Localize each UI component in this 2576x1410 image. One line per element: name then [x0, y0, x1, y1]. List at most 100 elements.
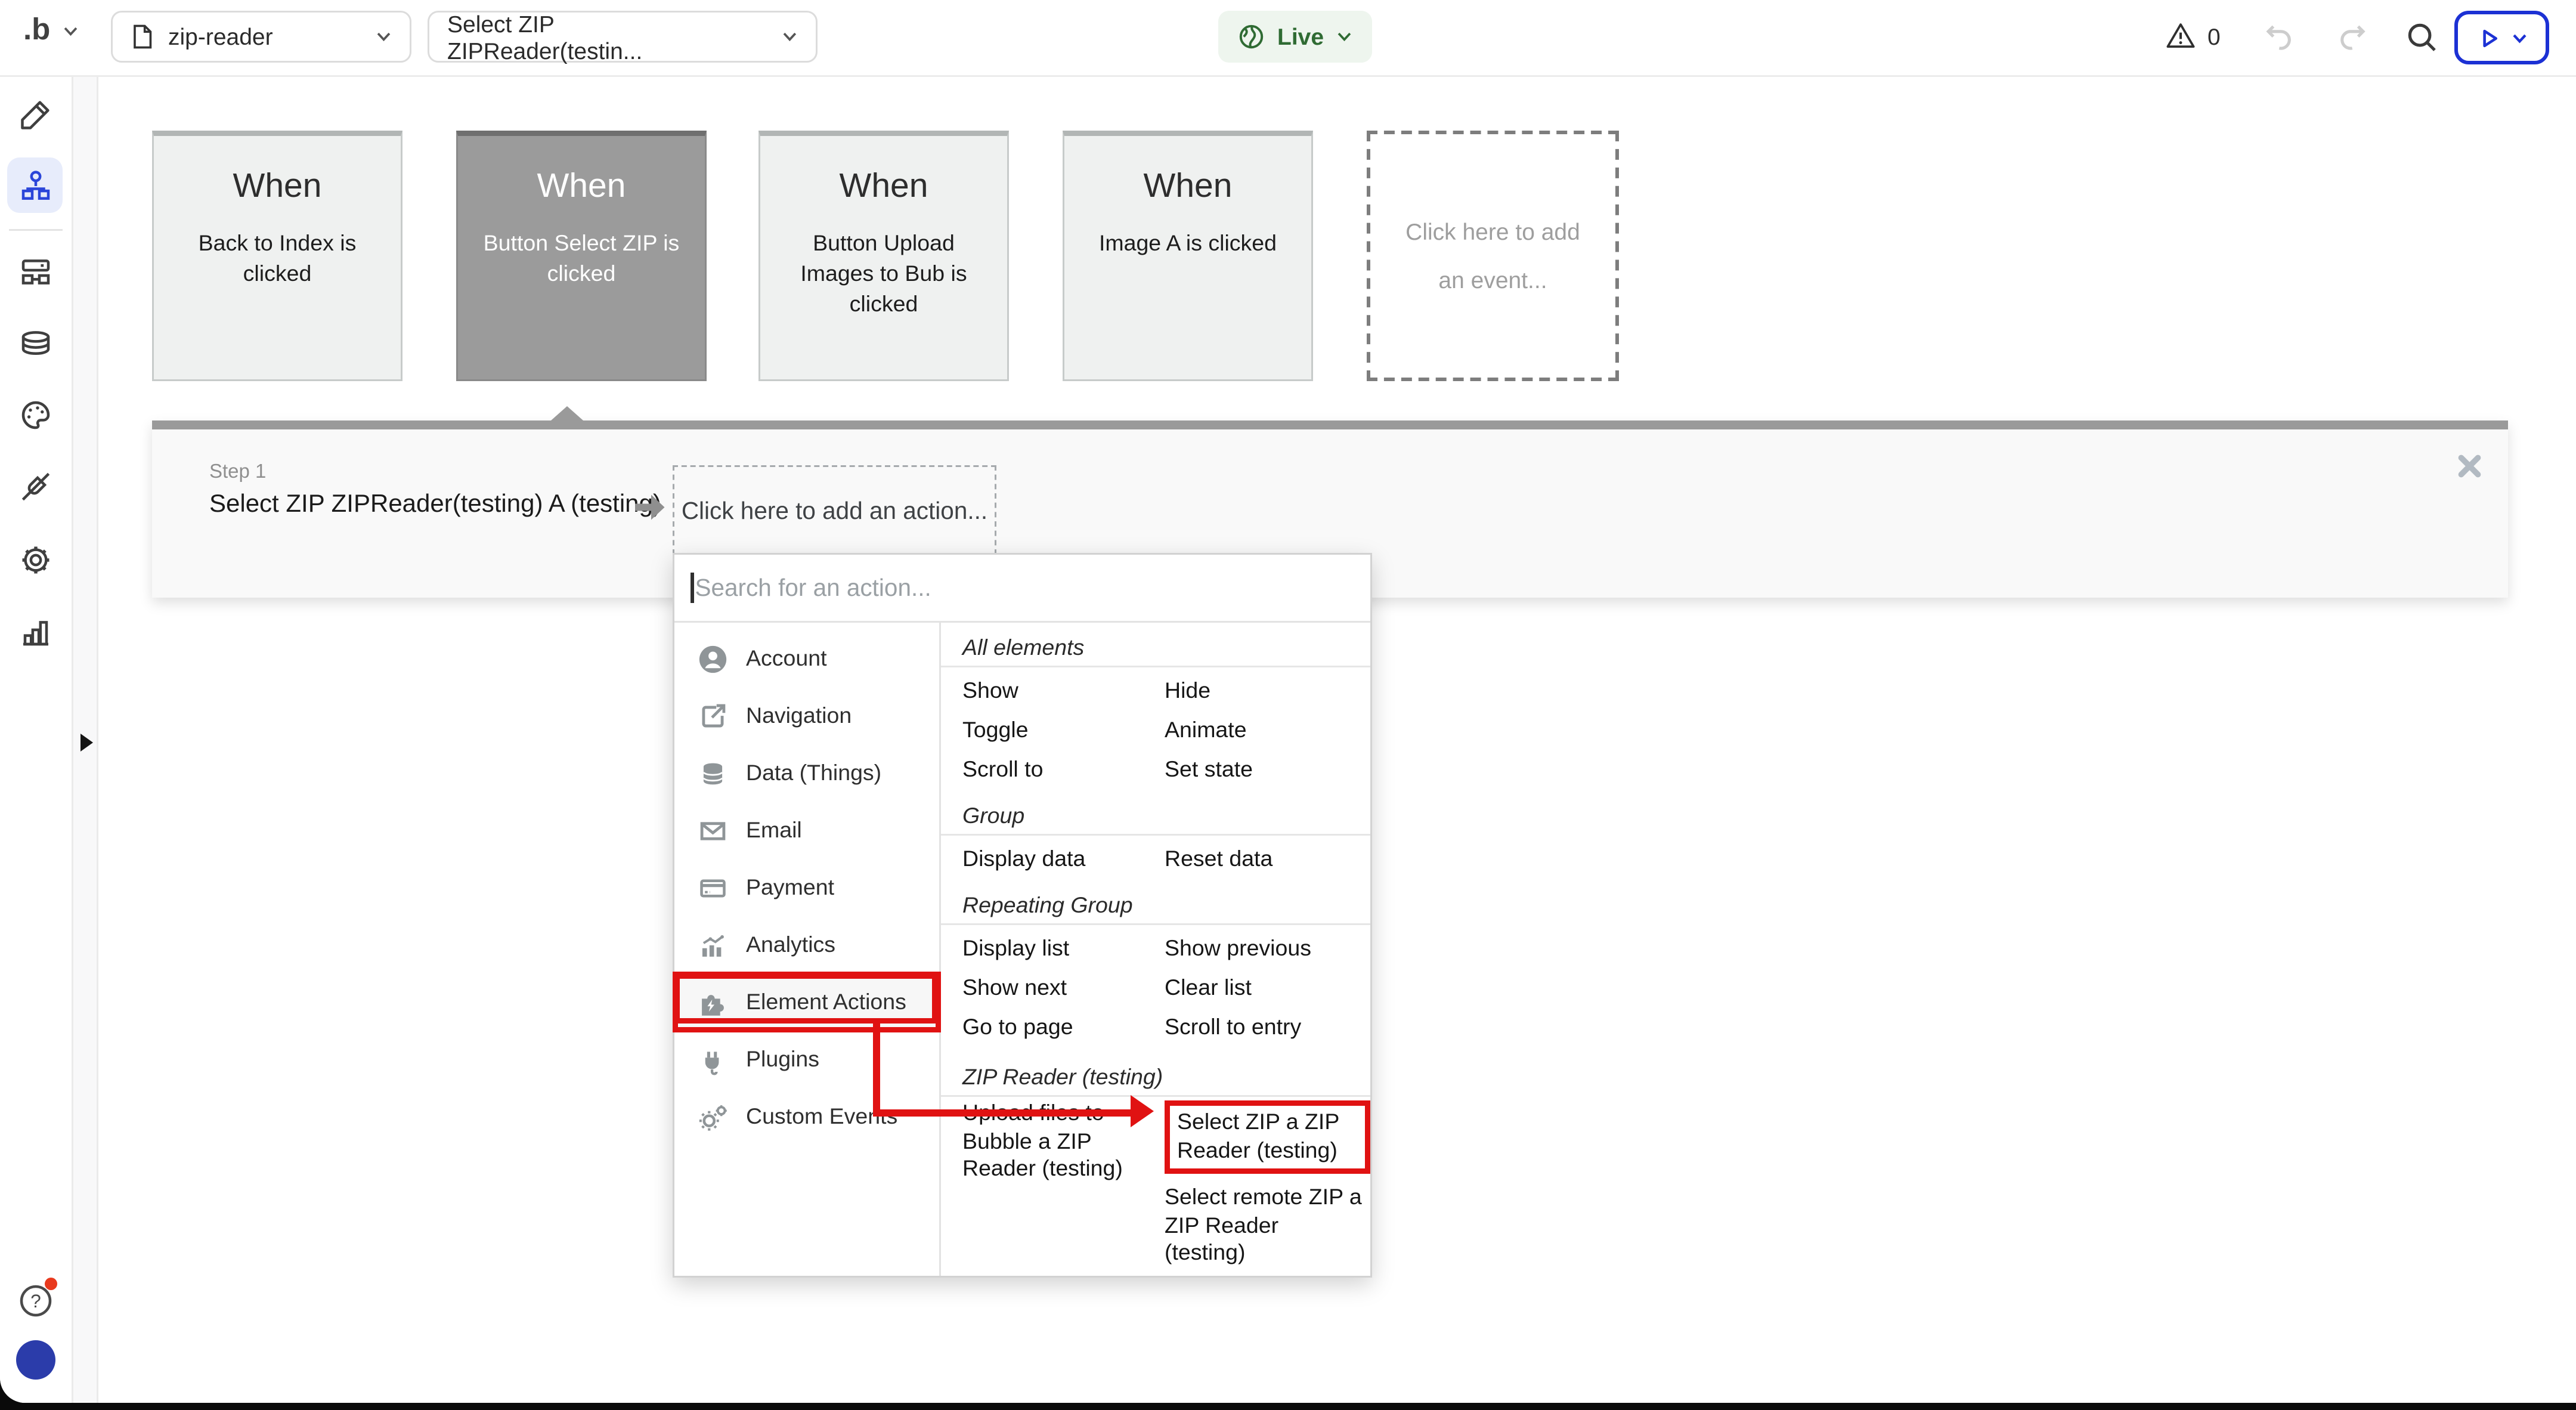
- user-avatar[interactable]: [16, 1340, 55, 1380]
- category-analytics[interactable]: Analytics: [674, 916, 939, 973]
- expand-panel-arrow-icon[interactable]: [80, 734, 93, 752]
- event-title: When: [760, 168, 1007, 208]
- undo-icon[interactable]: [2261, 20, 2297, 55]
- action-item[interactable]: Reset data: [1165, 846, 1370, 871]
- email-icon: [698, 815, 728, 846]
- event-card[interactable]: When Button Upload Images to Bub is clic…: [758, 131, 1009, 381]
- page-icon: [131, 23, 154, 50]
- arrow-right-icon: [631, 492, 669, 522]
- settings-gear-icon[interactable]: [18, 542, 54, 578]
- action-item[interactable]: Display list: [962, 936, 1165, 961]
- category-payment[interactable]: Payment: [674, 859, 939, 916]
- action-item[interactable]: Display data: [962, 846, 1165, 871]
- chevron-down-icon: [782, 29, 798, 45]
- panel-caret: [551, 406, 583, 420]
- styles-palette-icon[interactable]: [18, 397, 54, 433]
- category-element-actions[interactable]: Element Actions: [674, 973, 939, 1031]
- action-item[interactable]: Scroll to: [962, 757, 1165, 782]
- element-selector-dropdown[interactable]: Select ZIP ZIPReader(testin...: [428, 11, 818, 63]
- chevron-down-icon: [376, 29, 392, 45]
- action-item[interactable]: Animate: [1165, 718, 1370, 743]
- custom-events-icon: [698, 1102, 728, 1132]
- section-header: All elements: [962, 633, 1370, 662]
- issues-count: 0: [2207, 23, 2221, 50]
- category-plugins[interactable]: Plugins: [674, 1031, 939, 1088]
- action-row: Display data Reset data: [962, 839, 1370, 879]
- chevron-down-icon: [1336, 29, 1352, 45]
- search-icon[interactable]: [2404, 20, 2440, 55]
- sidebar-divider: [9, 229, 63, 231]
- event-card-selected[interactable]: When Button Select ZIP is clicked: [456, 131, 707, 381]
- step-title: Select ZIP ZIPReader(testing) A (testing…: [209, 488, 661, 517]
- notification-dot: [45, 1278, 57, 1290]
- action-search-input[interactable]: Search for an action...: [674, 555, 1370, 623]
- event-card[interactable]: When Image A is clicked: [1063, 131, 1313, 381]
- action-item[interactable]: Scroll to entry: [1165, 1015, 1370, 1040]
- workflow-canvas[interactable]: When Back to Index is clicked When Butto…: [98, 75, 2576, 1403]
- action-item[interactable]: Hide: [1165, 678, 1370, 703]
- event-subtitle: Button Select ZIP is clicked: [458, 229, 705, 289]
- collapsed-panel-strip: [72, 75, 98, 1403]
- payment-icon: [698, 873, 728, 903]
- category-email[interactable]: Email: [674, 802, 939, 859]
- action-item[interactable]: Set state: [1165, 757, 1370, 782]
- event-card[interactable]: When Back to Index is clicked: [152, 131, 402, 381]
- close-icon[interactable]: [2456, 453, 2483, 480]
- action-item[interactable]: Show previous: [1165, 936, 1370, 961]
- panel-scrollbar[interactable]: [152, 420, 2508, 429]
- category-account[interactable]: Account: [674, 630, 939, 687]
- preview-button[interactable]: [2454, 11, 2549, 64]
- event-subtitle: Button Upload Images to Bub is clicked: [760, 229, 1007, 320]
- play-icon: [2476, 24, 2503, 51]
- add-action-placeholder[interactable]: Click here to add an action...: [673, 465, 996, 555]
- analytics-icon: [698, 930, 728, 960]
- logs-chart-icon[interactable]: [18, 614, 54, 650]
- action-item[interactable]: Show next: [962, 975, 1165, 1000]
- chevron-down-icon: [63, 23, 79, 39]
- action-picker-popup: Search for an action... Account Navigati…: [673, 553, 1372, 1278]
- element-actions-icon: [698, 987, 728, 1018]
- help-button[interactable]: ?: [16, 1281, 55, 1321]
- action-item-select-zip[interactable]: Select ZIP a ZIP Reader (testing): [1165, 1100, 1370, 1174]
- event-subtitle: Back to Index is clicked: [154, 229, 401, 289]
- action-item[interactable]: Toggle: [962, 718, 1165, 743]
- text-cursor: [691, 573, 693, 603]
- step-label: Step 1: [209, 462, 661, 483]
- environment-label: Live: [1277, 23, 1324, 50]
- design-pencil-icon[interactable]: [18, 97, 54, 132]
- action-item-upload-files[interactable]: Upload files to Bubble a ZIP Reader (tes…: [962, 1100, 1165, 1184]
- left-sidebar: ?: [0, 75, 72, 1403]
- category-navigation[interactable]: Navigation: [674, 687, 939, 744]
- svg-text:?: ?: [30, 1290, 41, 1312]
- issues-indicator[interactable]: 0: [2165, 20, 2221, 52]
- category-custom-events[interactable]: Custom Events: [674, 1088, 939, 1145]
- section-divider: [941, 666, 1370, 667]
- redo-icon[interactable]: [2334, 20, 2370, 55]
- data-things-icon: [698, 758, 728, 789]
- plugins-icon[interactable]: [18, 469, 54, 505]
- add-event-placeholder[interactable]: Click here to add an event...: [1367, 131, 1619, 381]
- database-icon[interactable]: [18, 327, 54, 363]
- event-title: When: [1064, 168, 1311, 208]
- navigation-icon: [698, 701, 728, 731]
- step-1[interactable]: Step 1 Select ZIP ZIPReader(testing) A (…: [209, 462, 661, 517]
- event-title: When: [458, 168, 705, 208]
- action-row: Go to page Scroll to entry: [962, 1007, 1370, 1047]
- event-subtitle: Image A is clicked: [1064, 229, 1311, 259]
- category-data-things[interactable]: Data (Things): [674, 744, 939, 802]
- components-icon[interactable]: [18, 254, 54, 290]
- action-row: Scroll to Set state: [962, 750, 1370, 789]
- workflow-icon[interactable]: [18, 168, 54, 204]
- action-row: Show next Clear list: [962, 968, 1370, 1007]
- page-selector-dropdown[interactable]: zip-reader: [111, 11, 411, 63]
- action-item[interactable]: Go to page: [962, 1015, 1165, 1040]
- section-header: Repeating Group: [962, 891, 1370, 920]
- section-divider: [941, 834, 1370, 836]
- action-item[interactable]: Show: [962, 678, 1165, 703]
- action-item-select-remote-zip[interactable]: Select remote ZIP a ZIP Reader (testing): [1165, 1185, 1370, 1268]
- action-row: Display list Show previous: [962, 929, 1370, 968]
- environment-switcher[interactable]: Live: [1218, 11, 1372, 63]
- action-item[interactable]: Clear list: [1165, 975, 1370, 1000]
- app-menu-button[interactable]: .b: [23, 13, 79, 48]
- bubble-logo: .b: [23, 13, 50, 48]
